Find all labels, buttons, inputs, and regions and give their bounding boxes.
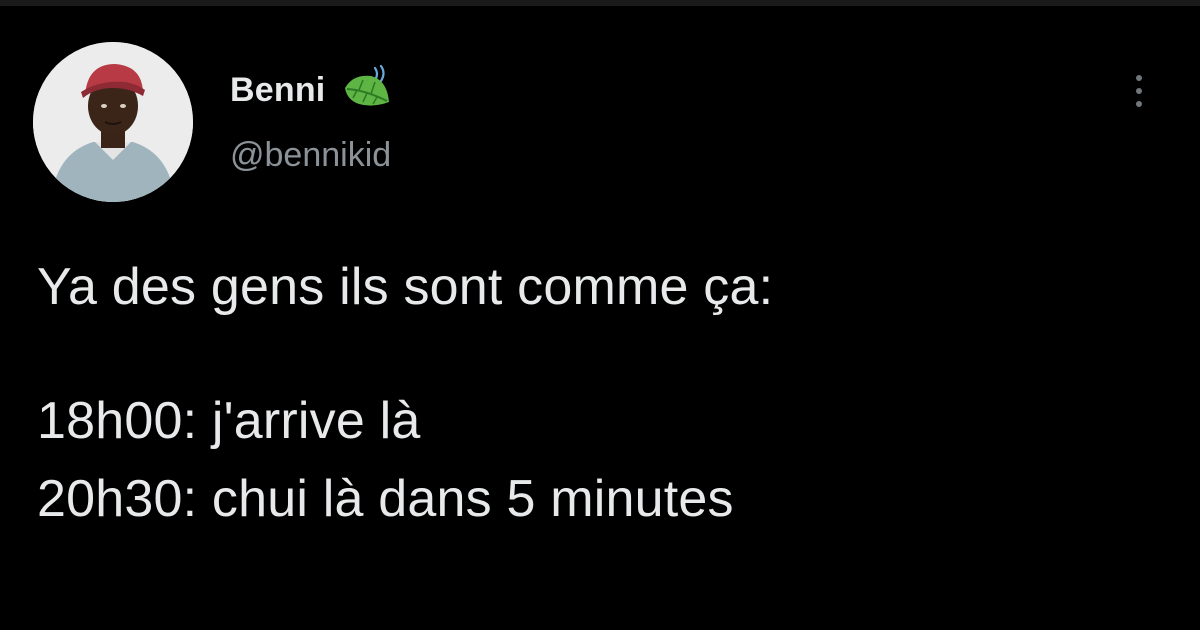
tweet-text: Ya des gens ils sont comme ça: 18h00: j'… [37, 248, 1177, 538]
tweet-line: 18h00: j'arrive là [37, 392, 421, 450]
author-name-row: Benni [230, 62, 395, 118]
tweet-card: Benni @bennikid Ya des gens ils sont com… [0, 0, 1200, 630]
tweet-line: Ya des gens ils sont comme ça: [37, 258, 774, 316]
avatar[interactable] [33, 42, 193, 202]
user-handle[interactable]: @bennikid [230, 136, 391, 175]
leaf-icon [339, 62, 395, 118]
more-vertical-icon[interactable] [1126, 70, 1152, 112]
display-name[interactable]: Benni [230, 71, 325, 110]
tweet-line: 20h30: chui là dans 5 minutes [37, 470, 734, 528]
avatar-photo [33, 42, 193, 202]
